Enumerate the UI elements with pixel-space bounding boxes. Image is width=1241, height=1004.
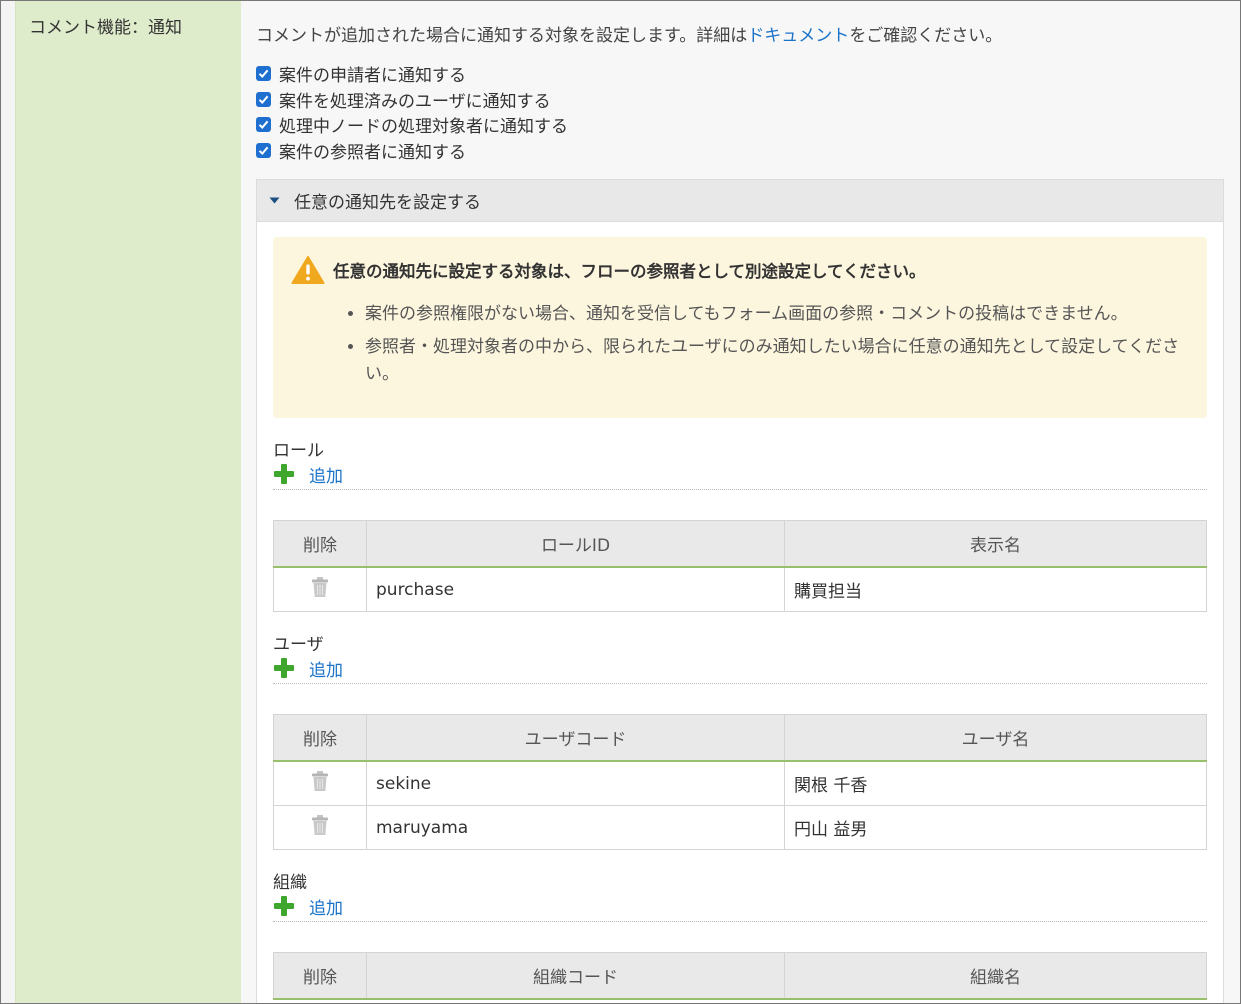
table-header-row: 削除 組織コード 組織名: [273, 952, 1207, 1000]
org-table: 削除 組織コード 組織名: [273, 952, 1207, 1000]
warning-item: 参照者・処理対象者の中から、限られたユーザにのみ通知したい場合に任意の通知先とし…: [365, 334, 1187, 388]
left-gutter: [1, 1, 15, 1003]
display-name-column-header: 表示名: [784, 520, 1207, 568]
role-id-column-header: ロールID: [366, 520, 785, 568]
settings-frame: コメント機能：通知 コメントが追加された場合に通知する対象を設定します。詳細はド…: [0, 0, 1241, 1004]
checkbox-notify-current-node-handlers[interactable]: 処理中ノードの処理対象者に通知する: [256, 112, 568, 138]
table-header-row: 削除 ロールID 表示名: [273, 520, 1207, 568]
delete-cell: [273, 566, 367, 612]
panel-body: 任意の通知先に設定する対象は、フローの参照者として別途設定してください。 案件の…: [257, 222, 1223, 1000]
user-name-cell: 関根 千香: [784, 760, 1207, 806]
checkbox-notify-viewers[interactable]: 案件の参照者に通知する: [256, 138, 568, 164]
trash-icon[interactable]: [310, 771, 330, 797]
delete-column-header: 削除: [273, 952, 367, 1000]
user-name-cell: 円山 益男: [784, 805, 1207, 850]
user-code-cell: maruyama: [366, 805, 785, 850]
table-row: sekine 関根 千香: [273, 760, 1207, 806]
checkbox-notify-processed-users[interactable]: 案件を処理済みのユーザに通知する: [256, 87, 568, 113]
optional-recipients-panel: 任意の通知先を設定する 任意の通知先に設定する対象は、フローの参照者として別途設…: [256, 179, 1224, 1003]
check-icon[interactable]: [256, 142, 271, 158]
table-row: maruyama 円山 益男: [273, 805, 1207, 850]
role-table: 削除 ロールID 表示名 purchase 購買担当: [273, 520, 1207, 612]
description: コメントが追加された場合に通知する対象を設定します。詳細はドキュメントをご確認く…: [256, 21, 1002, 46]
description-text-tail: をご確認ください。: [849, 26, 1003, 46]
panel-title: 任意の通知先を設定する: [294, 193, 481, 213]
delete-cell: [273, 760, 367, 806]
check-icon[interactable]: [256, 91, 271, 107]
trash-icon[interactable]: [310, 815, 330, 841]
triangle-down-icon[interactable]: [269, 197, 280, 204]
label-column: コメント機能：通知: [15, 1, 242, 1003]
role-section-title: ロール: [273, 441, 324, 461]
setting-label: コメント機能：通知: [29, 18, 182, 38]
org-section-title: 組織: [273, 873, 307, 893]
table-header-row: 削除 ユーザコード ユーザ名: [273, 714, 1207, 762]
delete-column-header: 削除: [273, 520, 367, 568]
checkbox-notify-applicant[interactable]: 案件の申請者に通知する: [256, 61, 568, 87]
delete-cell: [273, 805, 367, 850]
plus-icon[interactable]: [273, 463, 295, 485]
org-add-row: 追加: [273, 893, 1207, 922]
setting-content: コメントが追加された場合に通知する対象を設定します。詳細はドキュメントをご確認く…: [241, 1, 1240, 1003]
checkbox-label: 案件の申請者に通知する: [279, 66, 466, 87]
user-name-column-header: ユーザ名: [784, 714, 1207, 762]
check-icon[interactable]: [256, 117, 271, 133]
plus-icon[interactable]: [273, 895, 295, 917]
description-text: コメントが追加された場合に通知する対象を設定します。詳細は: [256, 26, 748, 46]
role-add-button[interactable]: 追加: [309, 462, 343, 487]
warning-item: 案件の参照権限がない場合、通知を受信してもフォーム画面の参照・コメントの投稿はで…: [365, 301, 1187, 328]
warning-title-text: 任意の通知先に設定する対象は、フローの参照者として別途設定してください。: [333, 262, 926, 281]
warning-list: 案件の参照権限がない場合、通知を受信してもフォーム画面の参照・コメントの投稿はで…: [291, 301, 1187, 388]
table-row: purchase 購買担当: [273, 566, 1207, 612]
user-table: 削除 ユーザコード ユーザ名 sekine 関根 千香 maruyama 円山 …: [273, 714, 1207, 850]
user-section-title: ユーザ: [273, 635, 324, 655]
notify-checkbox-group: 案件の申請者に通知する 案件を処理済みのユーザに通知する 処理中ノードの処理対象…: [256, 61, 568, 163]
checkbox-label: 処理中ノードの処理対象者に通知する: [279, 117, 568, 138]
role-add-row: 追加: [273, 461, 1207, 490]
delete-column-header: 削除: [273, 714, 367, 762]
org-code-column-header: 組織コード: [366, 952, 785, 1000]
document-link[interactable]: ドキュメント: [747, 26, 849, 46]
warning-box: 任意の通知先に設定する対象は、フローの参照者として別途設定してください。 案件の…: [273, 237, 1207, 418]
role-id-cell: purchase: [366, 566, 785, 612]
plus-icon[interactable]: [273, 657, 295, 679]
user-code-cell: sekine: [366, 760, 785, 806]
org-add-button[interactable]: 追加: [309, 894, 343, 919]
user-add-row: 追加: [273, 655, 1207, 684]
display-name-cell: 購買担当: [784, 566, 1207, 612]
user-add-button[interactable]: 追加: [309, 656, 343, 681]
trash-icon[interactable]: [310, 577, 330, 603]
checkbox-label: 案件を処理済みのユーザに通知する: [279, 91, 551, 112]
check-icon[interactable]: [256, 66, 271, 82]
org-name-column-header: 組織名: [784, 952, 1207, 1000]
checkbox-label: 案件の参照者に通知する: [279, 142, 466, 163]
warning-title: 任意の通知先に設定する対象は、フローの参照者として別途設定してください。: [291, 255, 1187, 285]
panel-toggle[interactable]: 任意の通知先を設定する: [257, 180, 1223, 222]
warning-icon: [291, 255, 325, 285]
user-code-column-header: ユーザコード: [366, 714, 785, 762]
